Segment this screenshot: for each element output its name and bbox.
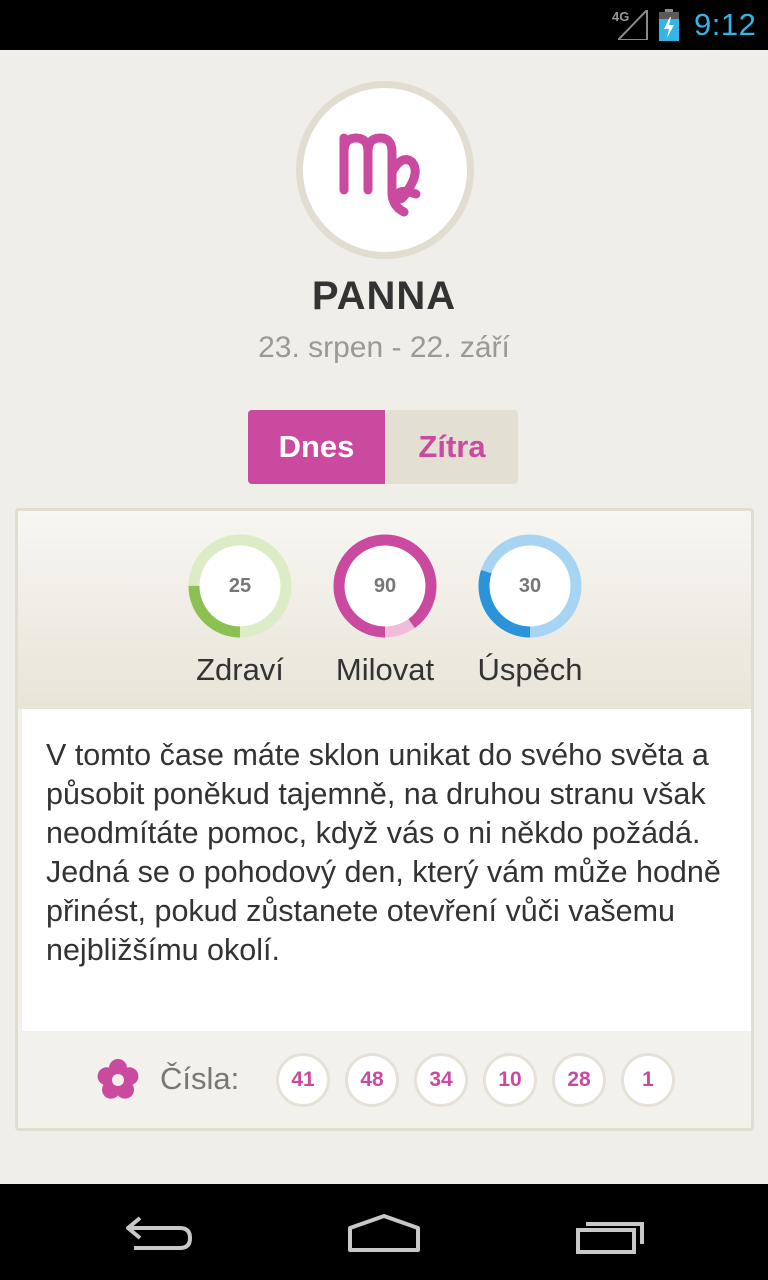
- rating-value-health: 25: [228, 574, 252, 597]
- lucky-numbers-row: Čísla: 41 48 34 10 28 1: [18, 1031, 751, 1128]
- flower-icon: [97, 1059, 139, 1099]
- rating-ring-success: 30: [478, 534, 582, 638]
- sign-name: PANNA: [311, 274, 457, 318]
- rating-value-success: 30: [518, 574, 542, 597]
- lucky-numbers-label: Čísla:: [160, 1061, 240, 1096]
- virgo-icon: [339, 133, 421, 217]
- lucky-number: 48: [345, 1053, 399, 1107]
- lucky-number: 41: [276, 1053, 330, 1107]
- recent-apps-button[interactable]: [550, 1184, 670, 1280]
- navigation-bar: [0, 1184, 768, 1280]
- tab-today[interactable]: Dnes: [248, 410, 385, 484]
- lucky-number: 1: [621, 1053, 675, 1107]
- status-bar: 4G 9:12: [0, 0, 768, 50]
- lucky-number: 28: [552, 1053, 606, 1107]
- rating-label-success: Úspěch: [477, 652, 583, 687]
- clock: 9:12: [694, 7, 757, 42]
- horoscope-card: 25 90 30 Zdraví Milovat Úspěch V tomto č…: [15, 508, 754, 1131]
- tab-tomorrow[interactable]: Zítra: [386, 410, 518, 484]
- home-button[interactable]: [324, 1184, 444, 1280]
- horoscope-text-panel: V tomto čase máte sklon unikat do svého …: [22, 709, 751, 1031]
- recent-apps-icon: [576, 1222, 644, 1254]
- signal-icon: [618, 10, 648, 40]
- back-icon: [126, 1216, 192, 1250]
- home-icon: [348, 1214, 420, 1252]
- rating-label-health: Zdraví: [196, 652, 284, 687]
- lucky-number: 10: [483, 1053, 537, 1107]
- rating-ring-health: 25: [188, 534, 292, 638]
- back-button[interactable]: [100, 1184, 220, 1280]
- horoscope-text: V tomto čase máte sklon unikat do svého …: [46, 738, 721, 967]
- sign-dates: 23. srpen - 22. září: [258, 331, 510, 364]
- battery-charging-icon: [659, 9, 679, 41]
- lucky-number: 34: [414, 1053, 468, 1107]
- rating-value-love: 90: [373, 574, 397, 597]
- ratings-panel: 25 90 30 Zdraví Milovat Úspěch: [18, 511, 751, 709]
- rating-ring-love: 90: [333, 534, 437, 638]
- rating-label-love: Milovat: [335, 652, 435, 687]
- zodiac-sign-badge: [296, 81, 474, 259]
